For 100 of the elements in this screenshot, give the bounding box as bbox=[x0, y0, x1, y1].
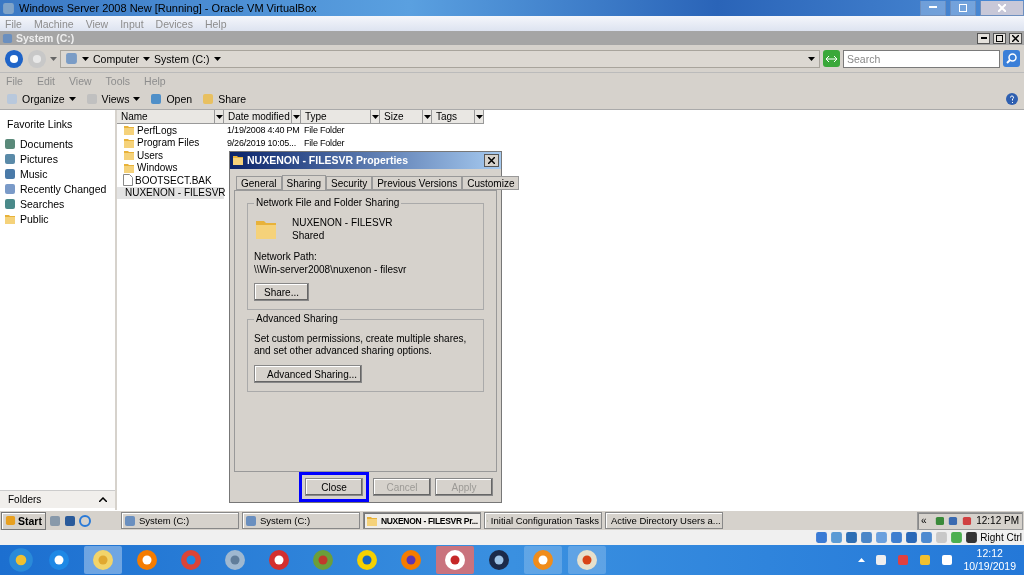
toolbar-button[interactable]: Views bbox=[85, 92, 141, 105]
share-status: Shared bbox=[292, 230, 326, 242]
status-icon bbox=[815, 531, 829, 544]
toolbar-button[interactable]: Share bbox=[202, 92, 247, 105]
search-button[interactable] bbox=[1003, 50, 1020, 67]
folders-label: Folders bbox=[8, 494, 42, 505]
sidebar-item[interactable]: Music bbox=[4, 166, 115, 181]
path-label: Network Path: bbox=[254, 251, 318, 263]
tab[interactable]: Customize bbox=[462, 176, 520, 191]
search-field[interactable]: Search bbox=[843, 49, 1000, 68]
dialog-title: NUXENON - FILESVR Properties bbox=[247, 154, 409, 167]
sidebar-item[interactable]: Searches bbox=[4, 196, 115, 211]
dropdown-button[interactable] bbox=[422, 110, 431, 123]
breadcrumb-item[interactable]: Computer bbox=[93, 52, 140, 65]
arrows-icon bbox=[826, 54, 837, 63]
caret-icon bbox=[423, 114, 431, 119]
file-name[interactable]: Program Files bbox=[117, 136, 224, 149]
column-header[interactable]: Name bbox=[117, 110, 224, 124]
folder-icon bbox=[365, 514, 378, 527]
taskbar-button[interactable]: System (C:) bbox=[241, 512, 360, 529]
network-path: \\Win-server2008\nuxenon - filesvr bbox=[254, 264, 408, 276]
dialog-button[interactable]: Close bbox=[305, 478, 363, 496]
status-icon bbox=[950, 531, 964, 544]
share-button[interactable]: Share... bbox=[254, 283, 309, 302]
caret-icon bbox=[143, 56, 151, 61]
caret-icon bbox=[82, 56, 89, 61]
close-button[interactable] bbox=[484, 153, 499, 167]
tab[interactable]: General bbox=[236, 176, 282, 191]
restore-button[interactable] bbox=[993, 32, 1006, 44]
breadcrumb-item[interactable]: System (C:) bbox=[154, 52, 210, 65]
toolbar-button[interactable]: Open bbox=[150, 92, 193, 105]
address-bar[interactable]: Computer System (C:) bbox=[60, 49, 820, 68]
clock-time: 12:12 bbox=[976, 547, 1003, 560]
start-button[interactable]: Start bbox=[1, 511, 46, 530]
tray-toggle[interactable]: « bbox=[921, 515, 927, 526]
folder-icon bbox=[123, 161, 135, 174]
caret-icon bbox=[133, 96, 141, 101]
folder-icon bbox=[4, 212, 16, 225]
minimize-icon bbox=[929, 6, 937, 9]
taskbar-button[interactable]: NUXENON - FILESVR Pr... bbox=[362, 512, 481, 529]
clock[interactable]: 12:12 10/19/2019 bbox=[963, 547, 1016, 573]
dropdown-button[interactable] bbox=[291, 110, 300, 123]
close-button[interactable] bbox=[1009, 32, 1022, 44]
taskbar-app[interactable] bbox=[568, 546, 606, 574]
start-button[interactable] bbox=[8, 547, 34, 573]
caret-icon bbox=[213, 56, 221, 61]
sidebar-item[interactable]: Documents bbox=[4, 136, 115, 151]
column-header[interactable]: Tags bbox=[432, 110, 484, 124]
dropdown-button[interactable] bbox=[474, 110, 483, 123]
sidebar-item[interactable]: Recently Changed bbox=[4, 181, 115, 196]
status-icon bbox=[860, 531, 874, 544]
file-name[interactable]: PerfLogs bbox=[117, 124, 224, 137]
date-cell-text: 9/26/2019 10:05... bbox=[226, 137, 297, 148]
column-header[interactable]: Type bbox=[301, 110, 380, 124]
status-icon bbox=[965, 531, 979, 544]
help-icon[interactable] bbox=[1006, 92, 1018, 105]
dropdown-button[interactable] bbox=[370, 110, 379, 123]
section-heading: Favorite Links bbox=[6, 118, 74, 130]
sidebar-item[interactable]: Pictures bbox=[4, 151, 115, 166]
status-icon bbox=[920, 531, 934, 544]
dropdown-button[interactable] bbox=[214, 110, 223, 123]
description: Set custom permissions, create multiple shares, and set other advanced sharing options. bbox=[254, 333, 468, 358]
toolbar-icon bbox=[202, 92, 215, 105]
file-name[interactable]: Users bbox=[117, 149, 224, 162]
taskbar-button[interactable]: Active Directory Users a... bbox=[604, 512, 723, 529]
file-name[interactable]: Windows bbox=[117, 161, 224, 174]
caret-icon bbox=[215, 114, 223, 119]
date-cell-text: 1/19/2008 4:40 PM bbox=[226, 125, 301, 136]
advanced-sharing-button[interactable]: Advanced Sharing... bbox=[254, 365, 362, 384]
column-header[interactable]: Date modified bbox=[224, 110, 301, 124]
folders-bar[interactable]: Folders bbox=[0, 490, 115, 508]
search-icon bbox=[1006, 53, 1017, 64]
host-key-label: Right Ctrl bbox=[980, 532, 1022, 543]
sidebar-item[interactable]: Public bbox=[4, 211, 115, 226]
toolbar-button[interactable]: Organize bbox=[6, 92, 76, 105]
file-name[interactable]: NUXENON - FILESVR bbox=[117, 186, 224, 199]
refresh-button[interactable] bbox=[823, 50, 840, 67]
status-icon bbox=[845, 531, 859, 544]
taskbar-button[interactable]: System (C:) bbox=[120, 512, 239, 529]
toolbar-icon bbox=[150, 92, 163, 105]
back-button[interactable] bbox=[4, 48, 24, 69]
status-icon bbox=[905, 531, 919, 544]
chevron-up-icon[interactable] bbox=[858, 558, 866, 562]
type-cell-text: File Folder bbox=[303, 125, 346, 136]
tab[interactable]: Previous Versions bbox=[372, 176, 463, 191]
clock-date: 10/19/2019 bbox=[963, 560, 1016, 573]
column-header[interactable]: Size bbox=[380, 110, 432, 124]
taskbar-app[interactable] bbox=[436, 546, 474, 574]
minimize-button[interactable] bbox=[977, 32, 990, 44]
chevron-up-icon bbox=[99, 497, 107, 502]
window-title: Windows Server 2008 New [Running] - Oracle VM VirtualBox bbox=[19, 2, 317, 14]
taskbar-button[interactable]: Initial Configuration Tasks bbox=[483, 512, 602, 529]
tab[interactable]: Sharing bbox=[281, 175, 327, 192]
restore-icon bbox=[996, 34, 1003, 42]
caret-icon bbox=[292, 114, 300, 119]
status-icon bbox=[875, 531, 889, 544]
tab[interactable]: Security bbox=[326, 176, 373, 191]
status-icon bbox=[890, 531, 904, 544]
window-title: System (C:) bbox=[16, 32, 75, 44]
file-name[interactable]: BOOTSECT.BAK bbox=[117, 174, 224, 187]
